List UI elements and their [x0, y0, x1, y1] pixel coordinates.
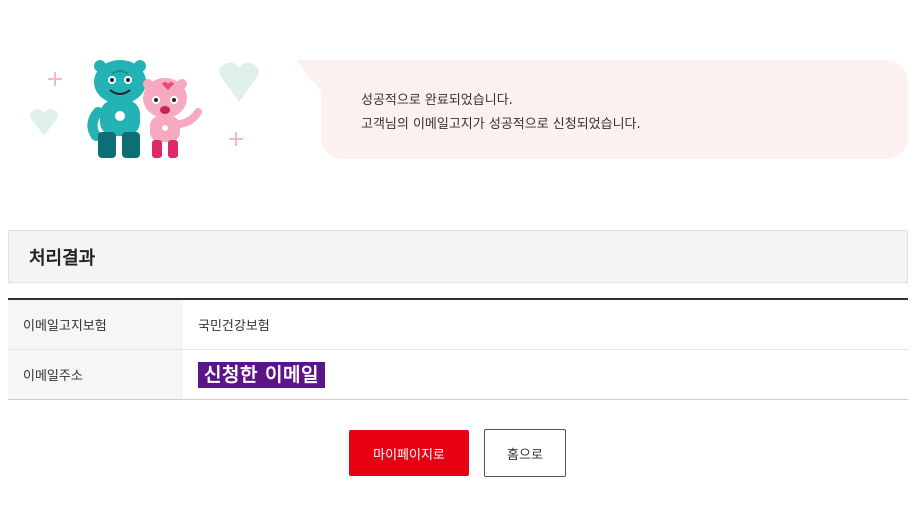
mascot-illustration: [20, 52, 280, 172]
table-row: 이메일고지보험 국민건강보험: [8, 300, 908, 349]
row-value-insurance: 국민건강보험: [198, 319, 270, 334]
home-button[interactable]: 홈으로: [484, 429, 566, 477]
section-title: 처리결과: [29, 248, 96, 269]
success-message: 성공적으로 완료되었습니다.: [361, 93, 513, 108]
result-table: 이메일고지보험 국민건강보험 이메일주소 신청한 이메일: [8, 298, 908, 400]
speech-bubble: [321, 60, 908, 159]
table-row: 이메일주소 신청한 이메일: [8, 349, 908, 399]
row-label-insurance: 이메일고지보험: [8, 300, 183, 349]
row-label-email: 이메일주소: [8, 350, 183, 399]
heart-decoration: [30, 109, 58, 136]
result-section-header: 처리결과: [8, 230, 908, 283]
row-value-email: 신청한 이메일: [183, 350, 908, 399]
success-detail-message: 고객님의 이메일고지가 성공적으로 신청되었습니다.: [361, 117, 641, 132]
email-redaction-box: 신청한 이메일: [198, 361, 325, 388]
heart-decoration: [219, 62, 259, 102]
mypage-button[interactable]: 마이페이지로: [349, 430, 469, 476]
